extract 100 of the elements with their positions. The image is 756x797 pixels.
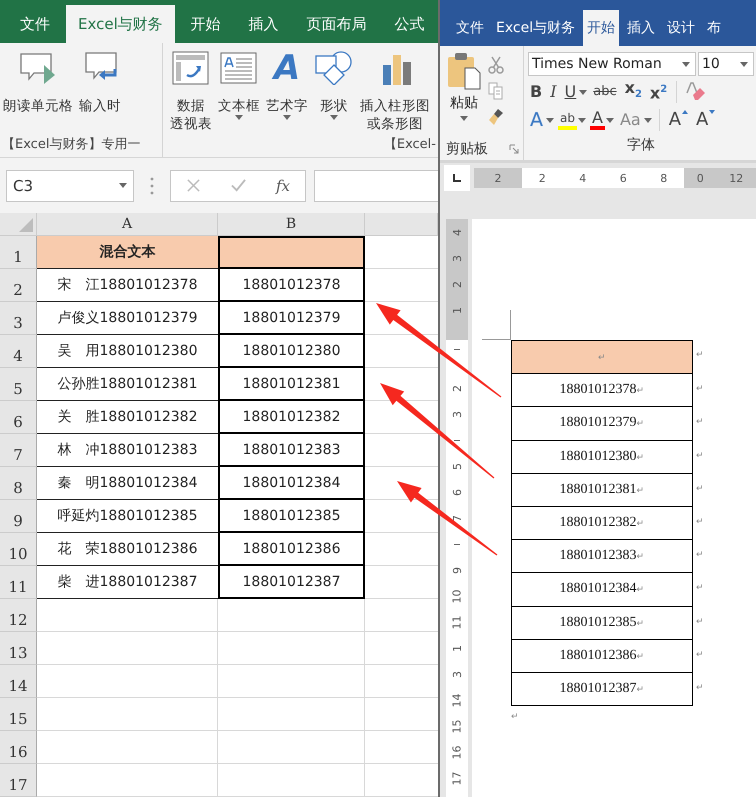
ruler-number: 12 bbox=[729, 172, 744, 184]
ribbon-button[interactable]: A 艺术字 bbox=[265, 49, 309, 135]
ribbon-tab[interactable]: Excel与财务 bbox=[66, 5, 175, 43]
ruler-number: 6 bbox=[620, 172, 627, 184]
ruler-number: 2 bbox=[450, 280, 464, 288]
format-button[interactable]: A bbox=[528, 110, 545, 130]
row-header[interactable]: 9 bbox=[0, 500, 37, 533]
ruler-number: 9 bbox=[450, 566, 464, 574]
ribbon-tab[interactable]: 文件 bbox=[452, 10, 488, 46]
ruler-number: 5 bbox=[450, 462, 464, 470]
format-button[interactable]: B bbox=[528, 82, 544, 102]
ribbon-button[interactable]: 形状 bbox=[313, 49, 355, 135]
row-header[interactable]: 15 bbox=[0, 698, 37, 731]
ribbon-tab[interactable]: 插入 bbox=[623, 10, 660, 46]
ribbon-tab[interactable]: 开始 bbox=[178, 5, 233, 43]
format-button[interactable]: A bbox=[590, 110, 605, 130]
column-header[interactable]: B bbox=[218, 213, 365, 236]
format-button[interactable]: U bbox=[562, 82, 578, 102]
table-cell: 18801012383 bbox=[218, 434, 365, 467]
paragraph-mark: ↵ bbox=[636, 484, 644, 495]
ruler-number: 14 bbox=[450, 693, 464, 707]
ribbon-tab[interactable]: 公式 bbox=[382, 5, 437, 43]
ribbon-button[interactable]: 数据 透视表 bbox=[169, 49, 213, 135]
table-cell: 18801012380↵ bbox=[511, 440, 693, 474]
paragraph-mark: ↵ bbox=[696, 450, 704, 461]
table-cell: 18801012379↵ bbox=[511, 406, 693, 441]
ruler-number: 1 bbox=[450, 644, 464, 652]
paragraph-mark: ↵ bbox=[696, 550, 704, 560]
table-cell: 18801012384 bbox=[218, 467, 365, 500]
ribbon-button[interactable]: 朗读单元格 bbox=[2, 49, 74, 117]
group-label: 字体 bbox=[627, 136, 655, 154]
table-cell: 18801012378 bbox=[218, 269, 365, 302]
row-header[interactable]: 5 bbox=[0, 368, 37, 401]
ribbon-tab[interactable]: 文件 bbox=[8, 5, 62, 43]
format-button[interactable]: A bbox=[694, 110, 718, 130]
ruler-number: 6 bbox=[450, 488, 464, 496]
table-cell: 18801012379 bbox=[218, 302, 365, 335]
paragraph-mark: ↵ bbox=[636, 452, 644, 462]
column-header[interactable]: A bbox=[37, 213, 218, 236]
row-header[interactable]: 17 bbox=[0, 764, 37, 797]
row-header[interactable]: 4 bbox=[0, 335, 37, 368]
ribbon-tab[interactable]: Excel与财务 bbox=[492, 10, 580, 46]
insert-function-button[interactable]: fx bbox=[276, 176, 290, 194]
table-cell: 18801012386↵ bbox=[511, 638, 693, 673]
format-button[interactable]: x$_{2}$ bbox=[622, 78, 644, 106]
paragraph-mark: ↵ bbox=[636, 618, 644, 628]
paragraph-mark: ↵ bbox=[696, 516, 704, 527]
row-header[interactable]: 16 bbox=[0, 731, 37, 764]
format-button[interactable]: x$^{2}$ bbox=[648, 80, 670, 104]
ruler-number: 1 bbox=[450, 306, 464, 314]
paste-button[interactable]: 粘贴 bbox=[446, 52, 482, 126]
row-header[interactable]: 8 bbox=[0, 467, 37, 500]
table-cell: 18801012386 bbox=[218, 533, 365, 566]
row-header[interactable]: 6 bbox=[0, 401, 37, 434]
format-button[interactable]: A bbox=[666, 110, 690, 130]
ribbon-tab[interactable]: 开始 bbox=[583, 10, 620, 46]
paragraph-mark: ↵ bbox=[598, 352, 606, 362]
group-label: 剪贴板 bbox=[446, 140, 488, 158]
row-header[interactable]: 11 bbox=[0, 566, 37, 599]
paragraph-mark: ↵ bbox=[636, 584, 644, 594]
font-size-field[interactable]: 10 bbox=[698, 52, 754, 76]
table-cell: 吴 用18801012380 bbox=[37, 335, 218, 368]
table-cell: 18801012378↵ bbox=[511, 373, 693, 408]
paragraph-mark: ↵ bbox=[696, 384, 704, 394]
paragraph-mark: ↵ bbox=[696, 350, 704, 360]
paragraph-mark: ↵ bbox=[636, 551, 644, 562]
paragraph-mark: ↵ bbox=[696, 616, 704, 626]
table-cell: 18801012384↵ bbox=[511, 572, 693, 606]
ribbon-tab[interactable]: 设计 bbox=[663, 10, 700, 46]
row-header[interactable]: 7 bbox=[0, 434, 37, 467]
font-name-field[interactable]: Times New Roman bbox=[528, 52, 696, 76]
group-label: 【Excel与财务】专用一 bbox=[2, 136, 142, 153]
format-button[interactable]: abc bbox=[591, 82, 619, 102]
ribbon-tab[interactable]: 页面布局 bbox=[294, 5, 379, 43]
table-cell: 18801012382 bbox=[218, 401, 365, 434]
table-cell: 18801012387↵ bbox=[511, 672, 693, 706]
ruler-number: 17 bbox=[450, 771, 464, 785]
row-header[interactable]: 12 bbox=[0, 599, 37, 632]
ruler-number: 3 bbox=[450, 254, 464, 262]
table-cell: 林 冲18801012383 bbox=[37, 434, 218, 467]
table-cell: 秦 明18801012384 bbox=[37, 467, 218, 500]
paragraph-mark: ↵ bbox=[636, 418, 644, 428]
word-art-icon: A bbox=[274, 51, 300, 85]
row-header[interactable]: 2 bbox=[0, 269, 37, 302]
format-button[interactable]: I bbox=[548, 82, 559, 102]
ruler-number: 4 bbox=[450, 228, 464, 236]
row-header[interactable]: 10 bbox=[0, 533, 37, 566]
ribbon-button[interactable]: 插入柱形图 或条形图 bbox=[359, 49, 431, 135]
ribbon-button[interactable]: 文本框 bbox=[217, 49, 261, 135]
row-header[interactable]: 3 bbox=[0, 302, 37, 335]
table-cell: 18801012382↵ bbox=[511, 506, 693, 540]
ribbon-tab[interactable]: 布 bbox=[703, 10, 726, 46]
ribbon-button[interactable]: 输入时 bbox=[78, 49, 122, 117]
row-header[interactable]: 1 bbox=[0, 236, 37, 269]
format-button[interactable]: ab bbox=[558, 110, 577, 130]
name-box[interactable]: C3 bbox=[6, 170, 134, 202]
ribbon-tab[interactable]: 插入 bbox=[236, 5, 291, 43]
row-header[interactable]: 14 bbox=[0, 665, 37, 698]
paragraph-mark: ↵ bbox=[636, 650, 644, 661]
row-header[interactable]: 13 bbox=[0, 632, 37, 665]
